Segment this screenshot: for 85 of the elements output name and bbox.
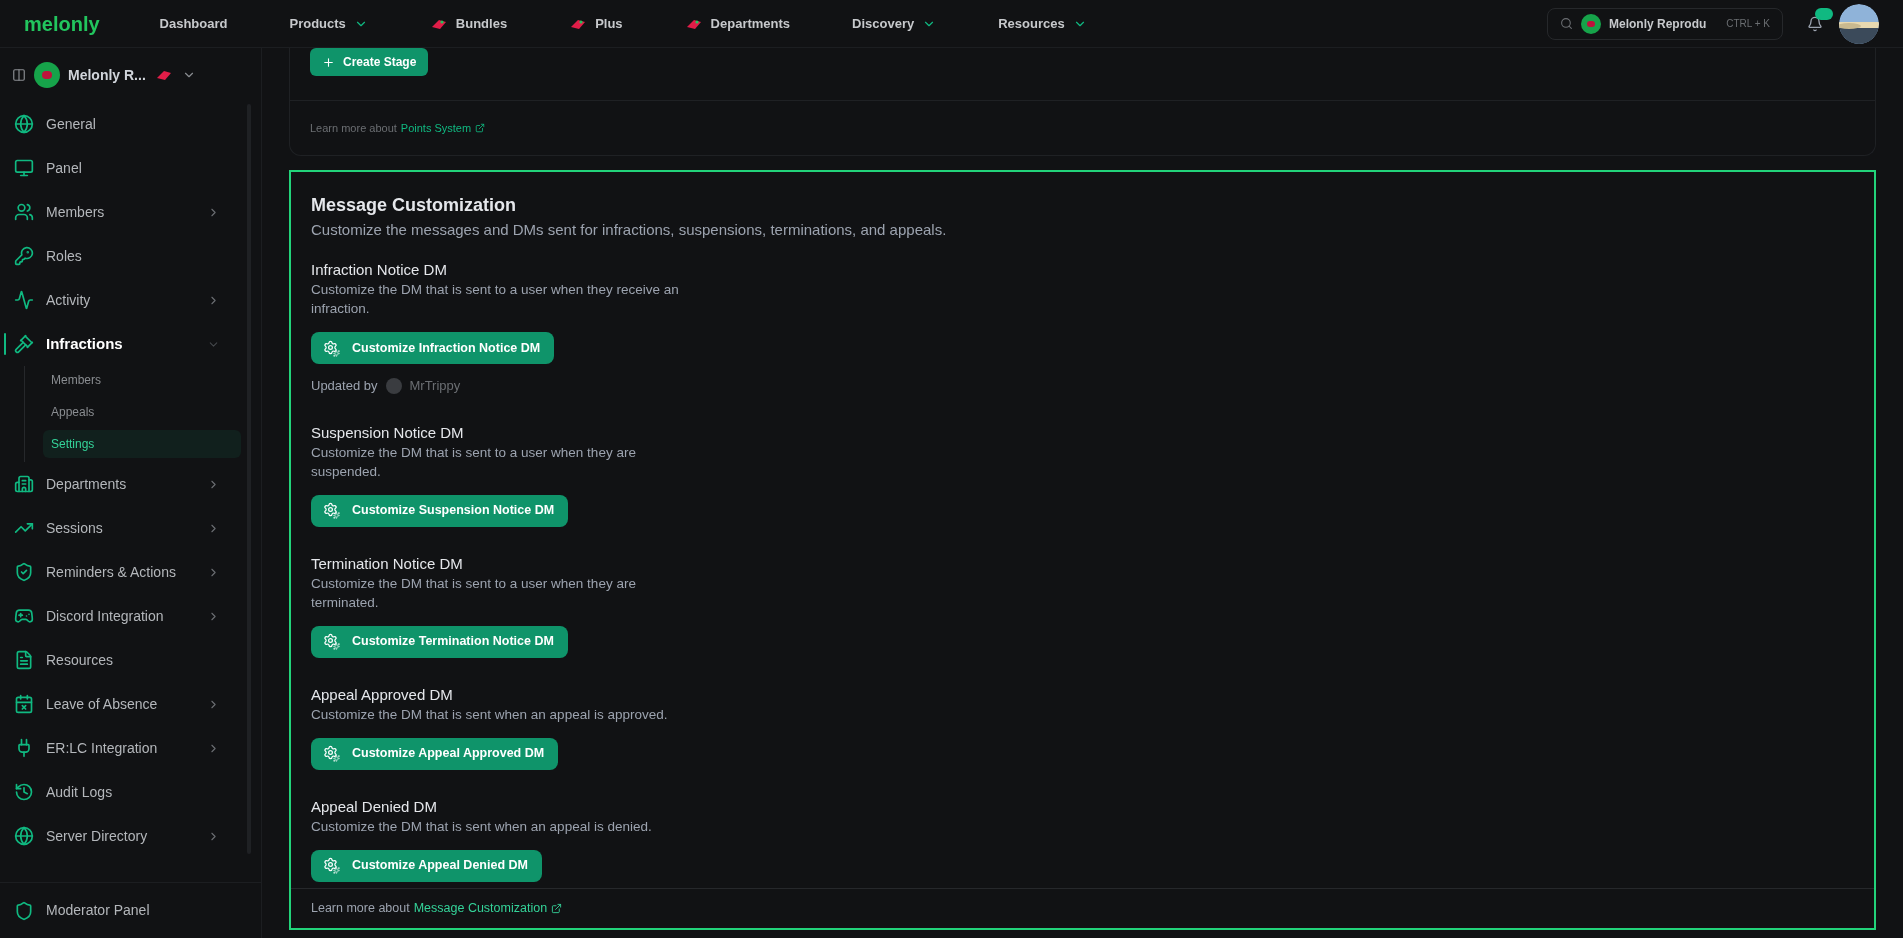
sidebar-item[interactable]: Leave of Absence <box>14 682 236 726</box>
sidebar-item[interactable]: General <box>14 102 236 146</box>
nav-link[interactable]: Departments <box>680 5 795 42</box>
monitor-icon <box>14 158 34 178</box>
section-description: Customize the DM that is sent to a user when they are suspended. <box>311 443 637 481</box>
section-title: Suspension Notice DM <box>311 422 465 443</box>
calendar-icon <box>14 694 34 714</box>
search-field[interactable]: Melonly Reprodu CTRL + K <box>1547 7 1783 40</box>
sidebar-item[interactable]: Reminders & Actions <box>14 550 236 594</box>
sidebar-item[interactable]: Roles <box>14 234 236 278</box>
shield-icon <box>14 562 34 582</box>
server-avatar-icon <box>1581 13 1601 34</box>
pulse-icon <box>14 290 34 310</box>
sidebar-item[interactable]: Departments <box>14 462 236 506</box>
server-name: Melonly Reprodu <box>1609 15 1707 33</box>
gavel-icon <box>14 334 34 354</box>
customize-button[interactable]: Customize Appeal Approved DM <box>311 737 559 770</box>
sidebar-item[interactable]: ER:LC Integration <box>14 726 236 770</box>
sidebar-item[interactable]: Panel <box>14 146 236 190</box>
external-link-icon <box>475 123 486 133</box>
history-icon <box>14 782 34 802</box>
gear-sparkle-icon <box>323 339 340 357</box>
nav-link[interactable]: Products <box>285 5 372 42</box>
external-link-icon <box>551 903 563 914</box>
nav-link[interactable]: Plus <box>565 5 627 42</box>
server-avatar-icon <box>34 62 60 88</box>
customize-button[interactable]: Customize Termination Notice DM <box>311 625 568 658</box>
shortcut-hint: CTRL + K <box>1726 17 1770 31</box>
gear-sparkle-icon <box>323 745 340 762</box>
sub-item[interactable]: Members <box>43 366 241 394</box>
nav-link[interactable]: Discovery <box>848 5 941 42</box>
nav-link[interactable]: Bundles <box>425 5 512 42</box>
customize-button[interactable]: Customize Appeal Denied DM <box>311 849 542 882</box>
section-description: Customize the DM that is sent when an appeal is denied. <box>311 817 653 836</box>
gear-sparkle-icon <box>323 502 340 519</box>
key-icon <box>14 246 34 266</box>
learn-more-text: Learn more about <box>311 900 410 918</box>
section-title: Appeal Denied DM <box>311 796 438 817</box>
learn-more-text: Learn more about <box>310 120 397 136</box>
notification-badge <box>1815 7 1833 20</box>
learn-more-link[interactable]: Message Customization <box>413 899 563 918</box>
plus-icon <box>322 55 335 69</box>
sidebar-item[interactable]: Infractions <box>14 322 236 366</box>
customize-button[interactable]: Customize Suspension Notice DM <box>311 494 569 527</box>
users-icon <box>14 202 34 222</box>
gear-sparkle-icon <box>323 857 340 874</box>
create-stage-button[interactable]: Create Stage <box>310 48 429 76</box>
nav-link[interactable]: Resources <box>994 5 1091 42</box>
nav-link[interactable]: Dashboard <box>155 5 232 42</box>
card-title: Message Customization <box>311 194 518 217</box>
learn-more-link[interactable]: Points System <box>400 119 486 137</box>
sidebar-item[interactable]: Sessions <box>14 506 236 550</box>
search-icon <box>1560 17 1573 30</box>
building-icon <box>14 474 34 494</box>
sidebar-item[interactable]: Audit Logs <box>14 770 236 814</box>
sidebar-item[interactable]: Server Directory <box>14 814 236 858</box>
moderator-panel-link[interactable]: Moderator Panel <box>46 900 150 921</box>
user-avatar-icon <box>385 377 402 394</box>
globe-icon <box>14 826 34 846</box>
server-selector[interactable]: Melonly R... <box>68 64 146 86</box>
gamepad-icon <box>14 606 34 626</box>
document-icon <box>14 650 34 670</box>
sub-item[interactable]: Settings <box>43 430 241 458</box>
bell-icon[interactable] <box>1807 15 1823 32</box>
sidebar-item[interactable]: Discord Integration <box>14 594 236 638</box>
shield-icon <box>14 900 34 921</box>
updated-by-user: MrTrippy <box>409 377 461 395</box>
sidebar-item[interactable]: Members <box>14 190 236 234</box>
section-description: Customize the DM that is sent when an appeal is approved. <box>311 705 669 724</box>
section-title: Termination Notice DM <box>311 553 464 574</box>
sidebar-toggle-icon[interactable] <box>12 68 26 82</box>
customize-button[interactable]: Customize Infraction Notice DM <box>311 332 555 364</box>
section-title: Infraction Notice DM <box>311 260 448 280</box>
sub-item[interactable]: Appeals <box>43 398 241 426</box>
section-title: Appeal Approved DM <box>311 684 454 705</box>
gear-sparkle-icon <box>323 633 340 650</box>
sidebar-item[interactable]: Activity <box>14 278 236 322</box>
section-description: Customize the DM that is sent to a user when they receive an infraction. <box>311 281 680 318</box>
active-indicator <box>4 333 6 355</box>
card-description: Customize the messages and DMs sent for infractions, suspensions, terminations, and appeals. <box>311 220 948 240</box>
sidebar-item[interactable]: Resources <box>14 638 236 682</box>
globe-icon <box>14 114 34 134</box>
logo[interactable]: melonly <box>24 8 100 39</box>
updated-by-label: Updated by <box>311 377 378 395</box>
section-description: Customize the DM that is sent to a user when they are terminated. <box>311 574 637 612</box>
